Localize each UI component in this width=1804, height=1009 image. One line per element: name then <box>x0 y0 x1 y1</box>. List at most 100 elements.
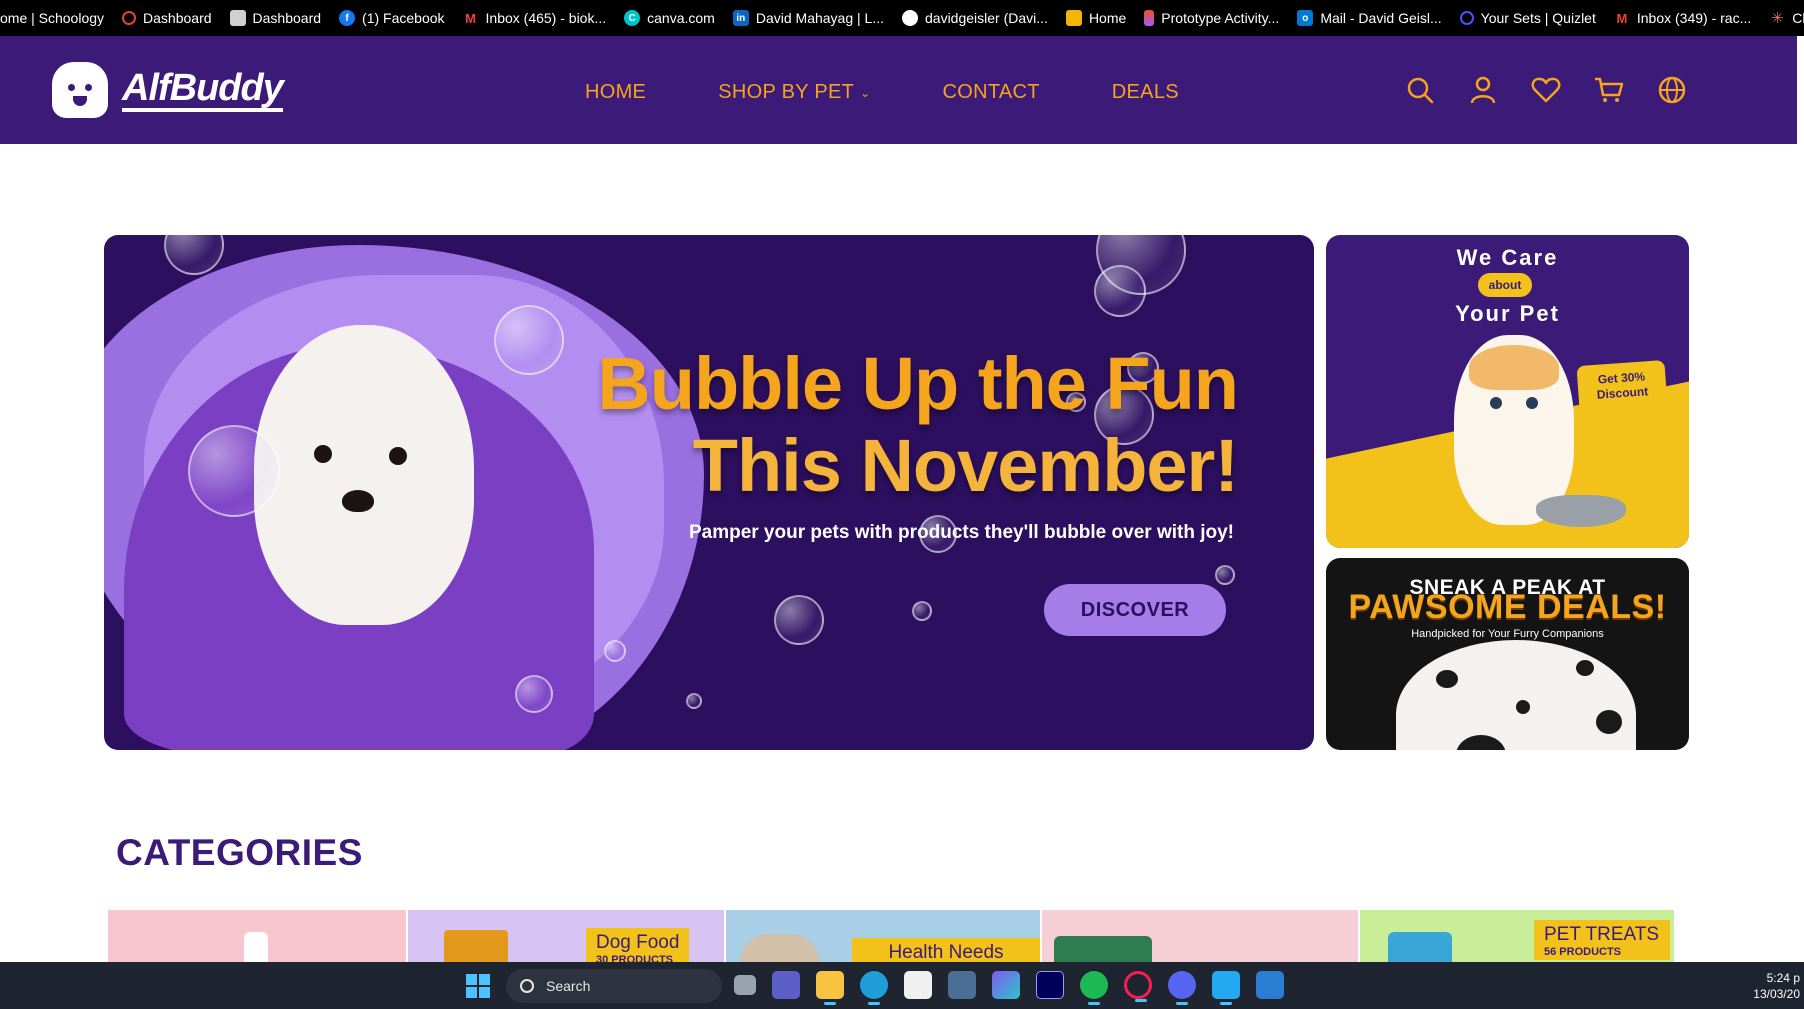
logo-text: AlfBuddy <box>122 68 284 112</box>
promo-deals-line-2: PAWSOME DEALS! <box>1348 588 1667 626</box>
promo-pawsome-deals[interactable]: SNEAK A PEAK AT PAWSOME DEALS! Handpicke… <box>1326 558 1689 750</box>
home-icon <box>1065 10 1082 26</box>
system-clock[interactable]: 5:24 p 13/03/20 <box>1753 970 1800 1002</box>
nav-deals-label: DEALS <box>1111 81 1179 103</box>
bubble-decoration <box>604 640 626 662</box>
bookmark-dashboard-2[interactable]: Dashboard <box>229 10 322 26</box>
category-title: Health Needs <box>888 942 1004 963</box>
spotify-icon[interactable] <box>1080 971 1108 1005</box>
site-logo[interactable]: AlfBuddy <box>52 62 284 118</box>
bookmark-claude[interactable]: ✳ Claude <box>1769 10 1804 27</box>
github-icon <box>902 10 918 26</box>
promo-headline-2: Your Pet <box>1455 301 1560 326</box>
bubble-decoration <box>494 305 564 375</box>
bookmark-label: Dashboard <box>252 10 322 26</box>
main-nav: HOME SHOP BY PET ⌄ CONTACT DEALS <box>585 81 1251 104</box>
dalmatian-image <box>1396 640 1636 750</box>
category-label: PET TREATS 56 PRODUCTS <box>1534 920 1670 960</box>
bookmark-gmail-1[interactable]: M Inbox (465) - biok... <box>463 10 607 26</box>
bookmark-dashboard-1[interactable]: Dashboard <box>122 10 212 26</box>
category-card-health-needs[interactable]: Health Needs <box>726 910 1040 970</box>
taskbar-search-box[interactable]: Search <box>506 969 722 1003</box>
bookmark-gmail-2[interactable]: M Inbox (349) - rac... <box>1614 10 1751 26</box>
bookmark-home[interactable]: Home <box>1065 10 1127 26</box>
hero-title: Bubble Up the Fun This November! <box>597 343 1239 507</box>
bookmark-linkedin[interactable]: in David Mahayag | L... <box>732 10 884 26</box>
category-list: Dog Food 30 PRODUCTS Health Needs PET TR… <box>108 910 1676 970</box>
file-explorer-icon[interactable] <box>816 971 844 1005</box>
account-icon[interactable] <box>1465 72 1501 108</box>
canva-icon: C <box>624 10 641 26</box>
discount-badge: Get 30% Discount <box>1576 359 1668 413</box>
language-globe-icon[interactable] <box>1654 72 1690 108</box>
category-card-pet-treats[interactable]: PET TREATS 56 PRODUCTS <box>1360 910 1674 970</box>
nav-shop-by-pet[interactable]: SHOP BY PET ⌄ <box>718 81 870 104</box>
discover-button[interactable]: DISCOVER <box>1044 584 1226 636</box>
bookmark-label: Your Sets | Quizlet <box>1480 10 1596 26</box>
bookmark-schoology[interactable]: ome | Schoology <box>0 10 104 26</box>
teams-icon[interactable] <box>772 971 800 999</box>
nav-contact[interactable]: CONTACT <box>943 81 1040 104</box>
food-bowl-image <box>1536 495 1626 527</box>
mysql-workbench-icon[interactable] <box>948 971 976 999</box>
wishlist-heart-icon[interactable] <box>1528 72 1564 108</box>
bookmark-label: David Mahayag | L... <box>755 10 884 26</box>
nav-shop-by-pet-label: SHOP BY PET <box>718 81 855 103</box>
facebook-icon: f <box>339 10 356 26</box>
site-header: AlfBuddy HOME SHOP BY PET ⌄ CONTACT DEALS <box>0 36 1797 144</box>
bookmark-github[interactable]: davidgeisler (Davi... <box>902 10 1048 26</box>
bubble-decoration <box>1215 565 1235 585</box>
bookmark-label: canva.com <box>647 10 715 26</box>
category-title: PET TREATS <box>1544 924 1660 945</box>
edge-icon[interactable] <box>860 971 888 1005</box>
microsoft-365-icon[interactable] <box>992 971 1020 999</box>
category-card-canned-food[interactable] <box>1042 910 1358 970</box>
chevron-down-icon: ⌄ <box>860 85 871 100</box>
promo-we-care[interactable]: We Care about Your Pet Get 30% Discount <box>1326 235 1689 548</box>
bookmark-outlook[interactable]: o Mail - David Geisl... <box>1297 10 1442 26</box>
search-icon <box>520 979 534 993</box>
opera-gx-icon[interactable] <box>1124 971 1152 1002</box>
bookmark-label: Inbox (465) - biok... <box>485 10 607 26</box>
categories-heading: CATEGORIES <box>116 832 363 873</box>
microsoft-store-icon[interactable] <box>904 971 932 999</box>
taskbar-apps <box>734 971 1300 1005</box>
bookmark-label: Mail - David Geisl... <box>1320 10 1442 26</box>
dashboard-icon <box>229 10 246 26</box>
bookmark-label: Inbox (349) - rac... <box>1636 10 1752 26</box>
windows-start-icon[interactable] <box>466 974 490 998</box>
category-title: Dog Food <box>596 932 680 953</box>
outlook-icon: o <box>1297 10 1314 26</box>
premiere-pro-icon[interactable] <box>1036 971 1064 999</box>
bubble-decoration <box>912 601 932 621</box>
discord-icon[interactable] <box>1168 971 1196 1005</box>
task-view-icon[interactable] <box>734 975 756 995</box>
cart-icon[interactable] <box>1591 72 1627 108</box>
bookmark-facebook[interactable]: f (1) Facebook <box>339 10 445 26</box>
bookmark-label: Home <box>1088 10 1127 26</box>
bookmark-quizlet[interactable]: Your Sets | Quizlet <box>1459 10 1596 26</box>
nav-deals[interactable]: DEALS <box>1112 81 1179 104</box>
promo-about-pill: about <box>1478 273 1532 297</box>
bookmark-canva[interactable]: Ccanva.com <box>624 10 715 26</box>
bookmark-figma[interactable]: Prototype Activity... <box>1144 10 1279 26</box>
vscode-icon[interactable] <box>1212 971 1240 1005</box>
bookmark-label: (1) Facebook <box>362 10 445 26</box>
dog-mascot-icon <box>52 62 108 118</box>
dashboard-icon <box>122 11 137 25</box>
category-card-grooming[interactable] <box>108 910 406 970</box>
gmail-icon: M <box>465 10 476 26</box>
nav-contact-label: CONTACT <box>942 81 1040 103</box>
gmail-icon: M <box>1616 10 1628 26</box>
search-icon[interactable] <box>1402 72 1438 108</box>
category-count: 56 PRODUCTS <box>1544 946 1622 958</box>
clock-date: 13/03/20 <box>1753 987 1800 1001</box>
word-icon[interactable] <box>1256 971 1284 999</box>
category-card-dog-food[interactable]: Dog Food 30 PRODUCTS <box>408 910 724 970</box>
clock-time: 5:24 p <box>1766 971 1800 985</box>
bookmark-label: davidgeisler (Davi... <box>925 10 1048 26</box>
hero-banner[interactable]: Bubble Up the Fun This November! Pamper … <box>104 235 1314 750</box>
bubble-decoration <box>774 595 824 645</box>
nav-home[interactable]: HOME <box>585 81 646 104</box>
promo-headline: We Care <box>1456 245 1559 270</box>
